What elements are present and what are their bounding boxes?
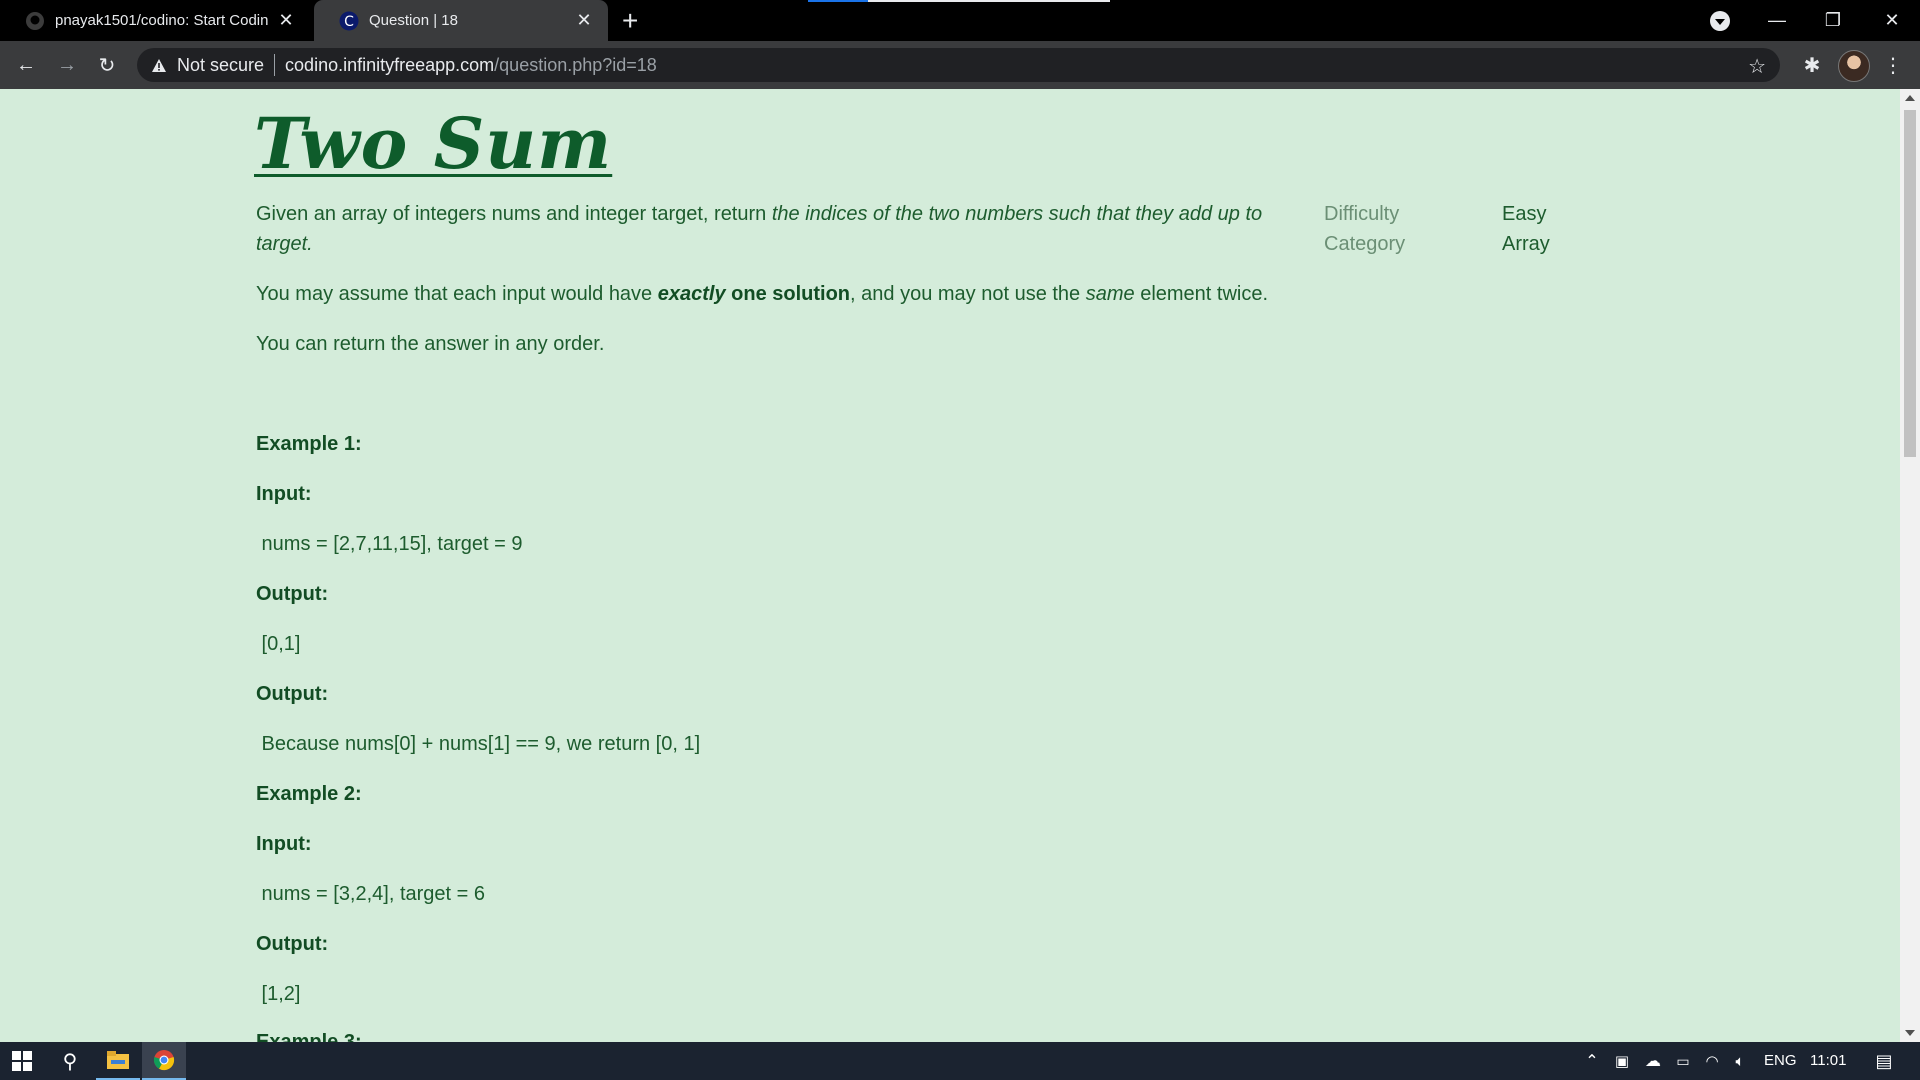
address-bar[interactable]: Not secure codino.infinityfreeapp.com/qu… <box>137 48 1780 82</box>
close-tab-icon[interactable]: ✕ <box>274 10 298 31</box>
divider <box>274 54 276 76</box>
example-explanation: Because nums[0] + nums[1] == 9, we retur… <box>256 733 701 755</box>
windows-taskbar: ⚲ ⌃ ▣ ☁ ▭ ◠ 🔈︎ ENG 11:01 ▤ <box>0 1042 1920 1080</box>
show-hidden-icons-icon[interactable]: ⌃ <box>1580 1042 1604 1080</box>
battery-icon[interactable]: ▭ <box>1670 1042 1696 1080</box>
clock[interactable]: 11:01 <box>1810 1052 1846 1069</box>
example-input: nums = [3,2,4], target = 6 <box>256 883 486 905</box>
question-title: Two Sum <box>254 102 613 185</box>
difficulty-value: Easy <box>1502 203 1547 225</box>
page-content: Two Sum Difficulty Easy Category Array G… <box>0 89 1900 1042</box>
restore-icon[interactable]: ❐ <box>1805 0 1861 41</box>
forward-icon[interactable]: → <box>51 49 83 81</box>
tab-strip: pnayak1501/codino: Start Codin ✕ C Quest… <box>0 0 1920 41</box>
back-icon[interactable]: ← <box>10 49 42 81</box>
description-line-2: target. <box>256 233 313 255</box>
windows-start-icon[interactable] <box>0 1042 44 1080</box>
chrome-icon[interactable] <box>142 1042 186 1080</box>
description-line-1: Given an array of integers nums and inte… <box>256 203 1263 225</box>
description-paragraph-2: You may assume that each input would hav… <box>256 283 1269 305</box>
input-language[interactable]: ENG <box>1764 1052 1797 1069</box>
file-explorer-icon[interactable] <box>96 1042 140 1080</box>
warning-icon[interactable] <box>151 58 169 73</box>
tab-title: pnayak1501/codino: Start Codin <box>55 12 269 29</box>
minimize-icon[interactable]: — <box>1749 0 1805 41</box>
tab-search-icon[interactable] <box>1710 11 1730 31</box>
close-tab-icon[interactable]: ✕ <box>572 10 596 31</box>
svg-text:C: C <box>344 14 354 30</box>
output-label: Output: <box>256 583 329 605</box>
scroll-down-icon[interactable] <box>1905 1030 1915 1036</box>
close-window-icon[interactable]: ✕ <box>1864 0 1920 41</box>
page-scrollbar[interactable] <box>1900 89 1920 1042</box>
example-output: [1,2] <box>256 983 301 1005</box>
output-label: Output: <box>256 933 329 955</box>
example-heading: Example 2: <box>256 783 362 805</box>
description-paragraph-3: You can return the answer in any order. <box>256 333 605 355</box>
tab-question[interactable]: C Question | 18 ✕ <box>314 0 608 41</box>
github-icon <box>26 11 44 30</box>
tab-github[interactable]: pnayak1501/codino: Start Codin ✕ <box>0 0 310 41</box>
url-path: /question.php?id=18 <box>494 54 657 75</box>
category-label: Category <box>1324 233 1406 255</box>
example-input: nums = [2,7,11,15], target = 9 <box>256 533 523 555</box>
extensions-icon[interactable]: ✱ <box>1796 49 1828 81</box>
browser-toolbar: ← → ↻ Not secure codino.infinityfreeapp.… <box>0 41 1920 89</box>
loading-bar <box>808 0 1110 2</box>
input-label: Input: <box>256 483 312 505</box>
scroll-up-icon[interactable] <box>1905 95 1915 101</box>
category-value: Array <box>1502 233 1550 255</box>
example-output: [0,1] <box>256 633 301 655</box>
menu-icon[interactable]: ⋮ <box>1877 49 1909 81</box>
question-meta: Difficulty Easy Category Array <box>1324 199 1550 259</box>
example-heading: Example 3: <box>256 1031 362 1042</box>
codino-c-icon: C <box>339 11 359 30</box>
search-icon[interactable]: ⚲ <box>48 1042 92 1080</box>
bookmark-star-icon[interactable]: ☆ <box>1748 54 1766 79</box>
meet-now-icon[interactable]: ▣ <box>1610 1042 1634 1080</box>
reload-icon[interactable]: ↻ <box>91 49 123 81</box>
notifications-icon[interactable]: ▤ <box>1864 1042 1904 1080</box>
difficulty-label: Difficulty <box>1324 203 1400 225</box>
example-heading: Example 1: <box>256 433 362 455</box>
explanation-label: Output: <box>256 683 329 705</box>
onedrive-icon[interactable]: ☁ <box>1640 1042 1666 1080</box>
avatar[interactable] <box>1838 50 1870 82</box>
input-label: Input: <box>256 833 312 855</box>
url-host: codino.infinityfreeapp.com <box>285 54 495 75</box>
new-tab-icon[interactable]: + <box>622 6 638 36</box>
security-label[interactable]: Not secure <box>177 55 264 76</box>
wifi-icon[interactable]: ◠ <box>1700 1042 1724 1080</box>
scrollbar-thumb[interactable] <box>1904 110 1916 457</box>
tab-title: Question | 18 <box>369 12 458 29</box>
volume-icon[interactable]: 🔈︎ <box>1728 1042 1752 1080</box>
